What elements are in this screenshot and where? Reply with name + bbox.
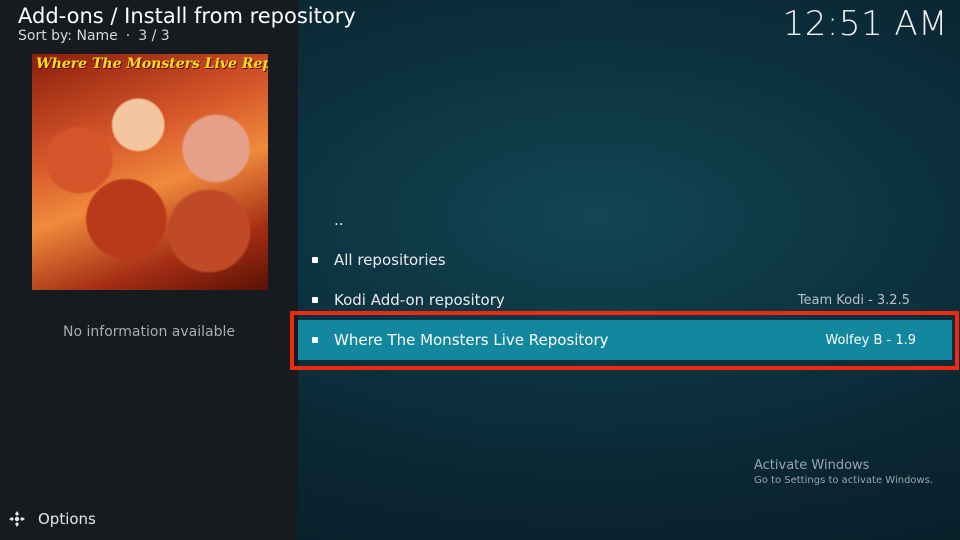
bullet-icon [312, 257, 318, 263]
list-item-all-repositories[interactable]: All repositories [298, 240, 952, 280]
list-item-label: .. [334, 211, 344, 229]
item-position: 3 / 3 [138, 28, 170, 44]
bullet-icon [312, 297, 318, 303]
annotation-highlight [290, 311, 959, 370]
repository-thumbnail: Where The Monsters Live Repo [32, 54, 268, 290]
watermark-subtitle: Go to Settings to activate Windows. [754, 475, 934, 486]
activation-watermark: Activate Windows Go to Settings to activ… [754, 458, 933, 486]
thumbnail-title: Where The Monsters Live Repo [36, 56, 268, 72]
separator: · [125, 28, 131, 44]
list-item-meta: Team Kodi - 3.2.5 [797, 292, 910, 308]
sort-info[interactable]: Sort by: Name · 3 / 3 [18, 28, 170, 44]
list-item-label: Kodi Add-on repository [334, 291, 505, 309]
list-item-label: All repositories [334, 251, 446, 269]
options-gear-icon [9, 511, 25, 527]
watermark-title: Activate Windows [754, 458, 870, 473]
list-item-parent[interactable]: .. [298, 200, 952, 240]
options-label: Options [38, 510, 96, 528]
options-button[interactable]: Options [8, 510, 96, 528]
sort-label: Sort by: Name [18, 28, 118, 44]
info-text: No information available [63, 324, 235, 340]
